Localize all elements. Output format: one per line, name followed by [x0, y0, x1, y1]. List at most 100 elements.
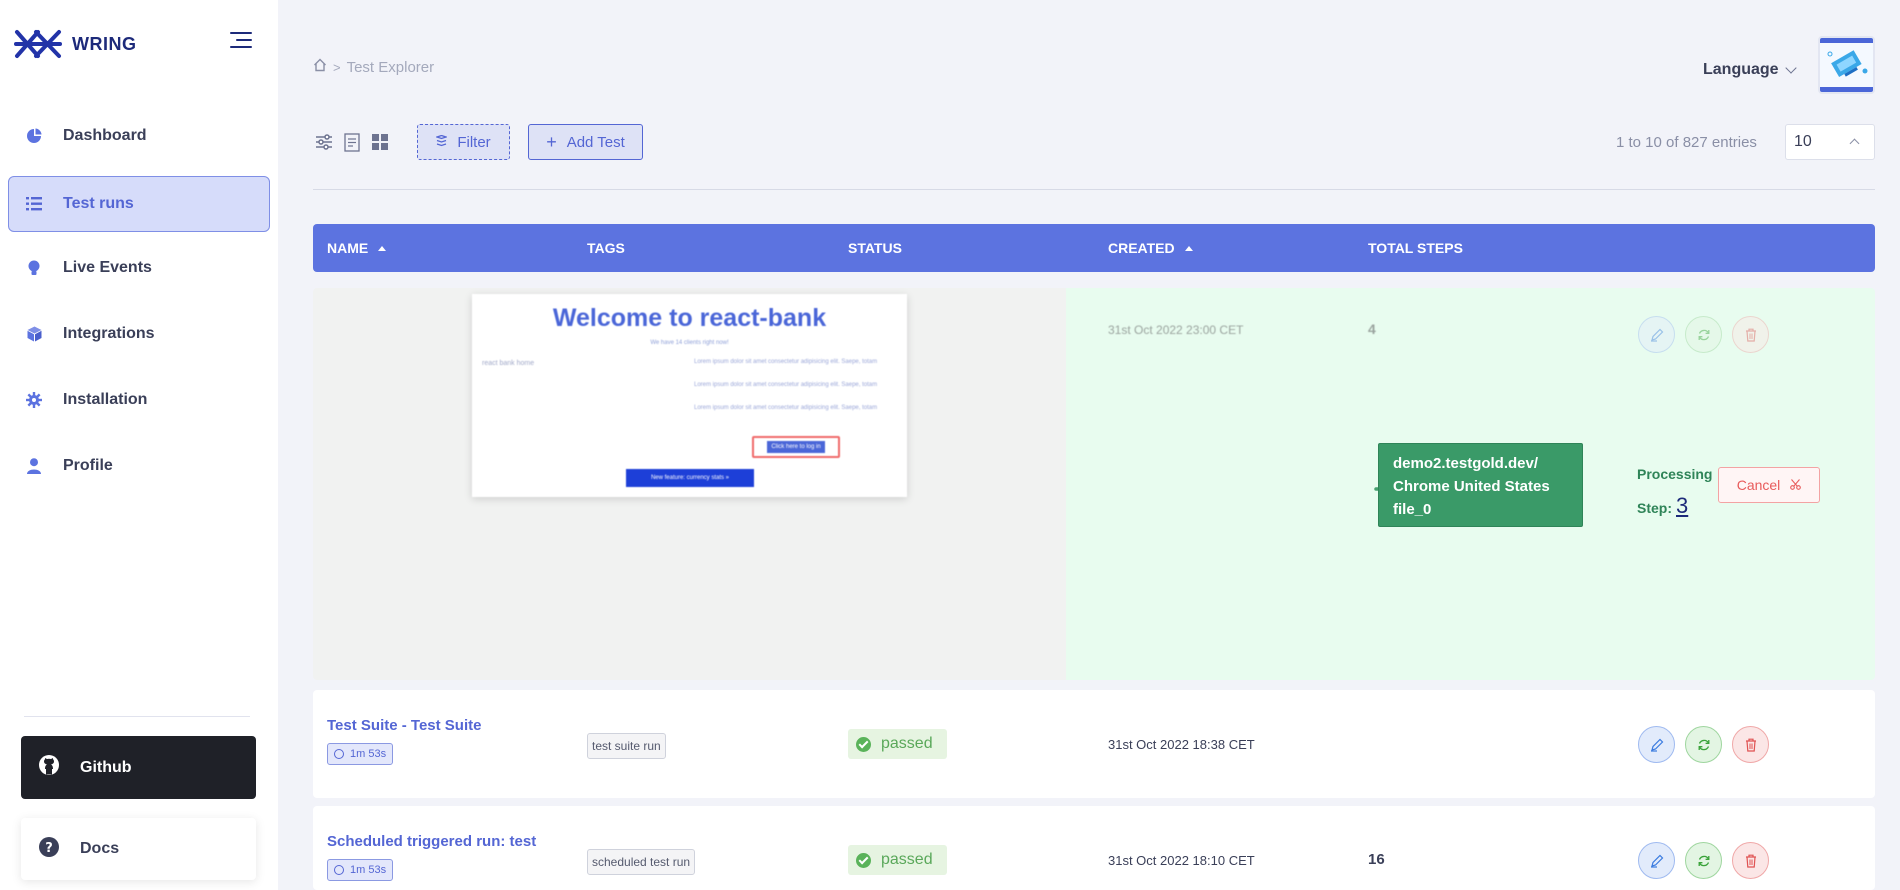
svg-text:?: ? [45, 841, 53, 856]
tag-chip[interactable]: test suite run [587, 733, 666, 759]
sidebar-item-integrations[interactable]: Integrations [8, 306, 270, 362]
filter-label: Filter [457, 133, 491, 151]
sidebar: WRING Dashboard Test runs Live Events In… [0, 0, 278, 890]
sidebar-item-live-events[interactable]: Live Events [8, 240, 270, 296]
test-name-link[interactable]: Test Suite - Test Suite [327, 717, 481, 734]
status-label: passed [881, 851, 933, 868]
chevron-up-icon [1849, 138, 1860, 149]
column-label: CREATED [1108, 240, 1175, 256]
cancel-button[interactable]: Cancel [1718, 467, 1820, 503]
menu-toggle-icon[interactable] [230, 32, 252, 52]
rerun-button [1685, 316, 1722, 353]
chevron-down-icon [1784, 62, 1797, 74]
plus-icon: + [546, 131, 557, 152]
sidebar-item-label: Integrations [63, 325, 155, 342]
breadcrumb-separator: > [333, 59, 341, 75]
sort-asc-icon [1184, 245, 1193, 251]
column-header-status[interactable]: STATUS [848, 224, 902, 272]
column-label: TOTAL STEPS [1368, 240, 1463, 256]
clock-icon [334, 865, 344, 875]
processing-label: Processing [1637, 466, 1713, 482]
processing-row-actions [1638, 316, 1779, 353]
add-test-label: Add Test [566, 133, 625, 151]
tag-chip[interactable]: scheduled test run [587, 849, 696, 875]
column-header-created[interactable]: CREATED [1108, 224, 1193, 272]
check-circle-icon [856, 852, 871, 868]
bulb-icon [25, 259, 43, 277]
pencil-icon [1650, 738, 1663, 752]
edit-button[interactable] [1638, 726, 1675, 763]
user-icon [25, 457, 43, 475]
sidebar-item-label: Installation [63, 391, 148, 408]
app-logo[interactable]: WRING [14, 26, 137, 62]
run-line: Chrome United States [1393, 478, 1550, 495]
github-button[interactable]: Github [21, 736, 256, 799]
step-number[interactable]: 3 [1676, 493, 1688, 518]
table-row[interactable]: Test Suite - Test Suite 1m 53s test suit… [313, 690, 1875, 798]
wring-logo-icon [14, 30, 62, 58]
column-header-total-steps[interactable]: TOTAL STEPS [1368, 224, 1463, 272]
entries-count: 1 to 10 of 827 entries [1616, 134, 1757, 151]
refresh-icon [1698, 739, 1709, 750]
column-label: STATUS [848, 240, 902, 256]
pencil-icon [1650, 328, 1663, 342]
trash-icon [1745, 738, 1756, 752]
docs-label: Docs [80, 840, 120, 857]
filter-icon [435, 134, 449, 151]
language-dropdown[interactable]: Language [1703, 61, 1797, 79]
scissors-icon [1790, 478, 1802, 493]
list-icon [25, 195, 43, 213]
breadcrumb: > Test Explorer [313, 58, 434, 76]
table-header: NAME TAGS STATUS CREATED TOTAL STEPS [313, 224, 1875, 272]
docs-button[interactable]: ? Docs [21, 818, 256, 880]
duration-badge: 1m 53s [327, 743, 394, 765]
duration-value: 1m 53s [350, 748, 387, 760]
processing-row-content: 31st Oct 2022 23:00 CET 4 demo2.testgold… [313, 288, 1875, 680]
table-row[interactable]: Scheduled triggered run: test 1m 53s sch… [313, 806, 1875, 890]
toolbar: Filter + Add Test [313, 124, 643, 160]
add-test-button[interactable]: + Add Test [528, 124, 643, 160]
document-view-icon[interactable] [341, 131, 363, 153]
check-circle-icon [856, 736, 871, 752]
created-date: 31st Oct 2022 18:38 CET [1108, 737, 1255, 752]
delete-button[interactable] [1732, 726, 1769, 763]
delete-button[interactable] [1732, 842, 1769, 879]
step-label: Step: [1637, 500, 1672, 516]
sidebar-item-test-runs[interactable]: Test runs [8, 176, 270, 232]
test-name-link[interactable]: Scheduled triggered run: test [327, 833, 536, 850]
grid-view-icon[interactable] [369, 131, 391, 153]
sidebar-divider [24, 716, 250, 717]
sidebar-nav: Dashboard Test runs Live Events Integrat… [0, 108, 278, 494]
column-header-tags[interactable]: TAGS [587, 224, 625, 272]
github-label: Github [80, 758, 132, 776]
filter-button[interactable]: Filter [417, 124, 510, 160]
cancel-label: Cancel [1736, 477, 1781, 493]
row-actions [1638, 726, 1779, 763]
sidebar-item-installation[interactable]: Installation [8, 372, 270, 428]
processing-status: Processing Step: 3 [1637, 458, 1712, 524]
app-name: WRING [72, 33, 137, 54]
edit-button [1638, 316, 1675, 353]
edit-button[interactable] [1638, 842, 1675, 879]
delete-button [1732, 316, 1769, 353]
sidebar-item-dashboard[interactable]: Dashboard [8, 108, 270, 164]
rerun-button[interactable] [1685, 726, 1722, 763]
home-icon[interactable] [313, 58, 327, 76]
sidebar-item-profile[interactable]: Profile [8, 438, 270, 494]
sliders-icon[interactable] [313, 131, 335, 153]
refresh-icon [1698, 329, 1709, 340]
column-header-name[interactable]: NAME [327, 224, 387, 272]
divider [313, 189, 1875, 190]
total-steps: 16 [1368, 851, 1385, 868]
trash-icon [1745, 328, 1756, 342]
pie-chart-icon [25, 127, 43, 145]
status-badge: passed [848, 845, 947, 875]
processing-step: Step: 3 [1637, 490, 1712, 524]
refresh-icon [1698, 855, 1709, 866]
avatar[interactable] [1818, 36, 1875, 94]
page-size-select[interactable]: 10 [1785, 124, 1875, 160]
duration-value: 1m 53s [350, 864, 387, 876]
question-icon: ? [39, 836, 59, 862]
rerun-button[interactable] [1685, 842, 1722, 879]
sidebar-item-label: Test runs [63, 195, 134, 212]
